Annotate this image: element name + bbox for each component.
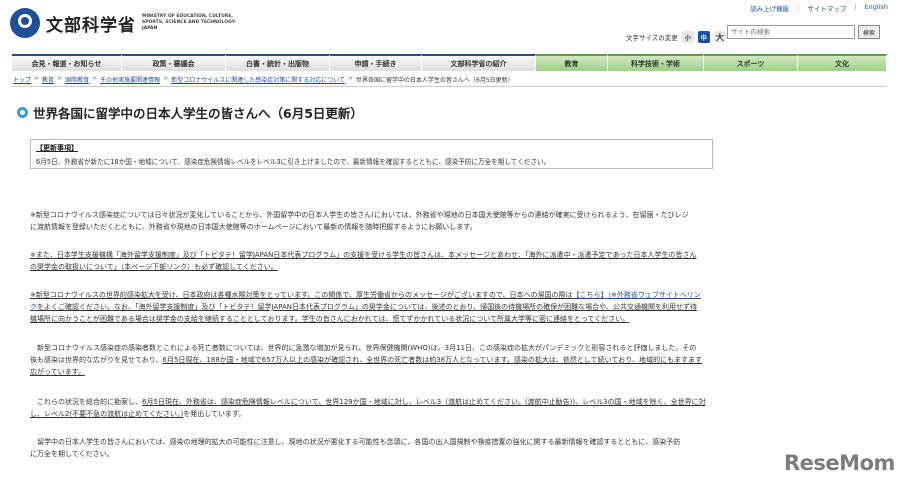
text-line: の奨学金の取扱いについて」（本ページ下部リンク）も必ず確認してください。 [30, 262, 278, 271]
nav-item-about[interactable]: 文部科学省の紹介 [422, 54, 536, 71]
font-size-small-button[interactable]: 小 [681, 31, 694, 43]
paragraph-travel-advisory: これらの状況を総合的に勘案し、6月5日現在、外務省は、感染症危険情報レベルについ… [30, 397, 872, 421]
paragraph-pandemic: 新型コロナウイルス感染症の感染者数とこれによる死亡者数については、世界的に急激な… [30, 343, 872, 378]
text-line: 後も感染は世界的な広がりを見せており、6月5日現在、188か国・地域で657万人… [30, 355, 872, 367]
english-link[interactable]: English [865, 3, 888, 13]
font-size-large-button[interactable]: 大 [713, 31, 726, 43]
page-title-row: 世界各国に留学中の日本人学生の皆さんへ（6月5日更新） [17, 103, 363, 122]
nav-item-education[interactable]: 教育 [536, 54, 608, 71]
utility-separator: | [854, 3, 857, 11]
nav-item-sports[interactable]: スポーツ [704, 54, 798, 71]
breadcrumb-covid[interactable]: 新型コロナウイルスに関連した感染症対策に関する対応について [171, 75, 345, 84]
logo-text-jp: 文部科学省 [46, 15, 136, 36]
update-text: 6月5日、外務省が新たに18か国・地域について、感染症危険情報レベルをレベル3に… [36, 158, 551, 166]
nav-item-whitepaper[interactable]: 白書・統計・出版物 [226, 54, 330, 71]
font-size-medium-button[interactable]: 中 [697, 31, 710, 43]
text-line: し、レベル2(不要不急の渡航は止めてください。)を発出しています。 [30, 409, 872, 421]
nav-item-culture[interactable]: 文化 [798, 54, 887, 71]
breadcrumb-top[interactable]: トップ [13, 75, 31, 84]
text-span: し、レベル2(不要不急の渡航は止めてください。) [30, 409, 184, 418]
breadcrumb-separator: > [348, 75, 354, 82]
text-span: をよくご確認ください。なお、「海外留学支援制度」及び「トビタテ！留学JAPAN日… [37, 302, 697, 311]
text-line: 新型コロナウイルス感染症の感染者数とこれによる死亡者数については、世界的に急激な… [30, 344, 697, 352]
page-title: 世界各国に留学中の日本人学生の皆さんへ（6月5日更新） [33, 106, 363, 121]
sitemap-link[interactable]: サイトマップ [807, 3, 846, 13]
search-button[interactable]: 検索 [858, 25, 880, 39]
mext-emblem-icon [10, 8, 40, 38]
paragraph-registration: ※新型コロナウイルス感染症については日々状況が変化していることから、外国留学中の… [30, 210, 872, 234]
text-line: 留学中の日本人学生の皆さんにおいては、感染の地理的拡大の可能性に注意し、現地の状… [30, 438, 681, 446]
text-span: を発出しています。 [183, 409, 246, 418]
site-logo[interactable]: 文部科学省 MINISTRY OF EDUCATION, CULTURE, SP… [10, 8, 237, 38]
nav-item-policy[interactable]: 政策・審議会 [122, 54, 226, 71]
search-input[interactable] [727, 25, 855, 39]
nav-item-application[interactable]: 申請・手続き [330, 54, 422, 71]
global-nav: 会見・報道・お知らせ 政策・審議会 白書・統計・出版物 申請・手続き 文部科学省… [12, 54, 887, 71]
font-size-switcher: 文字サイズの変更 小 中 大 [626, 31, 726, 43]
text-line: ※新型コロナウイルス感染症については日々状況が変化していることから、外国留学中の… [30, 211, 689, 219]
utility-links: 読み上げ機能 | サイトマップ | English [750, 3, 888, 13]
breadcrumb-other[interactable]: その他実施要関連情報 [100, 75, 160, 84]
breadcrumb-separator: > [163, 75, 169, 82]
mofa-website-link-cont[interactable]: ク [30, 303, 37, 311]
update-notice: 【更新事項】 6月5日、外務省が新たに18か国・地域について、感染症危険情報レベ… [30, 139, 713, 169]
nav-item-science[interactable]: 科学技術・学術 [608, 54, 704, 71]
text-span: 6月5日現在、外務省は、感染症危険情報レベルについて、世界129か国・地域に対し… [142, 398, 706, 406]
breadcrumb-education[interactable]: 教育 [42, 75, 54, 84]
paragraph-precautions: 留学中の日本人学生の皆さんにおいては、感染の地理的拡大の可能性に注意し、現地の状… [30, 437, 872, 461]
paragraph-border-measures: ※新型コロナウイルスの世界的感染拡大を受け、日本政府は各種水際対策をとっています… [30, 290, 872, 325]
text-line: ※新型コロナウイルスの世界的感染拡大を受け、日本政府は各種水際対策をとっています… [30, 290, 872, 302]
text-line: 広がっています。 [30, 367, 85, 376]
paragraph-scholarship: ※また、日本学生支援機構「海外留学支援制度」及び「トビタテ！留学JAPAN日本代… [30, 250, 872, 274]
title-bullet-icon [17, 107, 28, 118]
text-line: に渡航情報を登録いただくとともに、外務省や現地の日本国大使館等のホームページにお… [30, 222, 477, 231]
breadcrumb-separator: > [57, 75, 63, 82]
utility-separator: | [797, 3, 800, 11]
update-heading: 【更新事項】 [36, 144, 78, 152]
resemom-watermark-logo: ReseMom [784, 451, 895, 475]
site-search: 検索 [727, 25, 880, 39]
site-header: 文部科学省 MINISTRY OF EDUCATION, CULTURE, SP… [0, 0, 900, 50]
breadcrumb-international[interactable]: 国際教育 [65, 75, 89, 84]
nav-item-press[interactable]: 会見・報道・お知らせ [12, 54, 122, 71]
mhlw-message-link[interactable]: 【こちら】 [573, 291, 608, 299]
breadcrumb-divider [12, 86, 887, 87]
text-line: に万全を期してください。 [30, 449, 114, 458]
text-line: 機場所に向かうことが困難である場合は奨学金の支給を継続することとしております。学… [30, 314, 630, 323]
read-aloud-link[interactable]: 読み上げ機能 [750, 3, 789, 13]
mofa-website-link[interactable]: （※外務省ウェブサイトへリン [608, 291, 701, 299]
text-line: クをよくご確認ください。なお、「海外留学支援制度」及び「トビタテ！留学JAPAN… [30, 302, 872, 314]
text-span: これらの状況を総合的に勘案し、 [30, 398, 142, 406]
text-line: ※また、日本学生支援機構「海外留学支援制度」及び「トビタテ！留学JAPAN日本代… [30, 251, 697, 259]
breadcrumb-current: 世界各国に留学中の日本人学生の皆さんへ（6月5日更新） [356, 77, 514, 84]
text-span: 後も感染は世界的な広がりを見せており、 [30, 355, 163, 364]
breadcrumb: トップ > 教育 > 国際教育 > その他実施要関連情報 > 新型コロナウイルス… [13, 75, 514, 84]
text-span: ※新型コロナウイルスの世界的感染拡大を受け、日本政府は各種水際対策をとっています… [30, 291, 573, 299]
font-size-label: 文字サイズの変更 [626, 34, 678, 42]
text-line: これらの状況を総合的に勘案し、6月5日現在、外務省は、感染症危険情報レベルについ… [30, 397, 872, 409]
logo-text-en: MINISTRY OF EDUCATION, CULTURE, SPORTS, … [142, 14, 237, 31]
text-span: 6月5日現在、188か国・地域で657万人以上の感染が確認され、全世界の死亡者数… [162, 355, 702, 364]
breadcrumb-separator: > [92, 75, 98, 82]
breadcrumb-separator: > [34, 75, 40, 82]
